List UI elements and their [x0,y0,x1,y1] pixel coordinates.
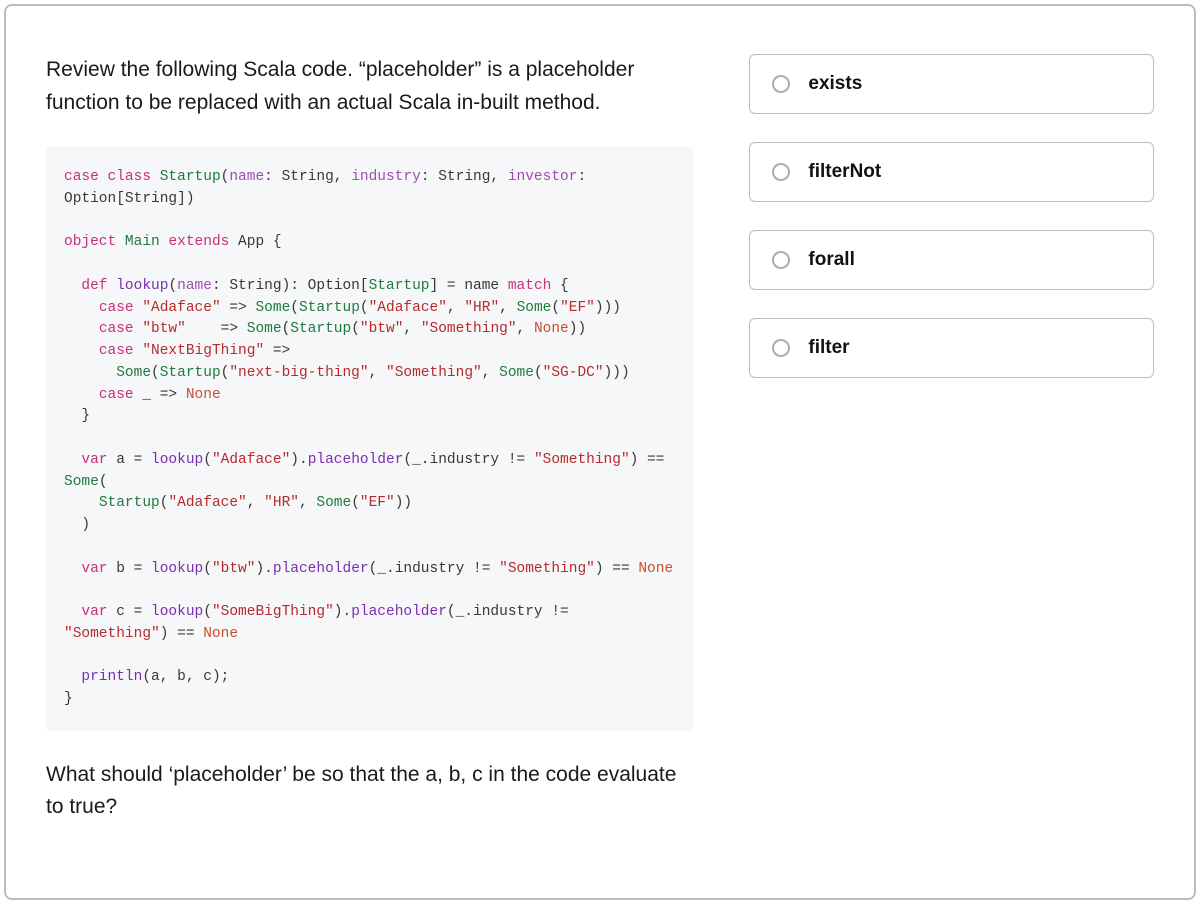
radio-icon [772,251,790,269]
option-label: filterNot [808,161,881,183]
question-followup: What should ‘placeholder’ be so that the… [46,759,693,824]
options-column: exists filterNot forall filter [749,54,1154,850]
option-filternot[interactable]: filterNot [749,142,1154,202]
option-forall[interactable]: forall [749,230,1154,290]
radio-icon [772,339,790,357]
radio-icon [772,163,790,181]
radio-icon [772,75,790,93]
option-filter[interactable]: filter [749,318,1154,378]
quiz-card: Review the following Scala code. “placeh… [4,4,1196,900]
option-label: filter [808,337,849,359]
option-label: forall [808,249,854,271]
question-intro: Review the following Scala code. “placeh… [46,54,693,119]
code-block: case class Startup(name: String, industr… [46,147,693,731]
option-exists[interactable]: exists [749,54,1154,114]
option-label: exists [808,73,862,95]
question-column: Review the following Scala code. “placeh… [46,54,693,850]
